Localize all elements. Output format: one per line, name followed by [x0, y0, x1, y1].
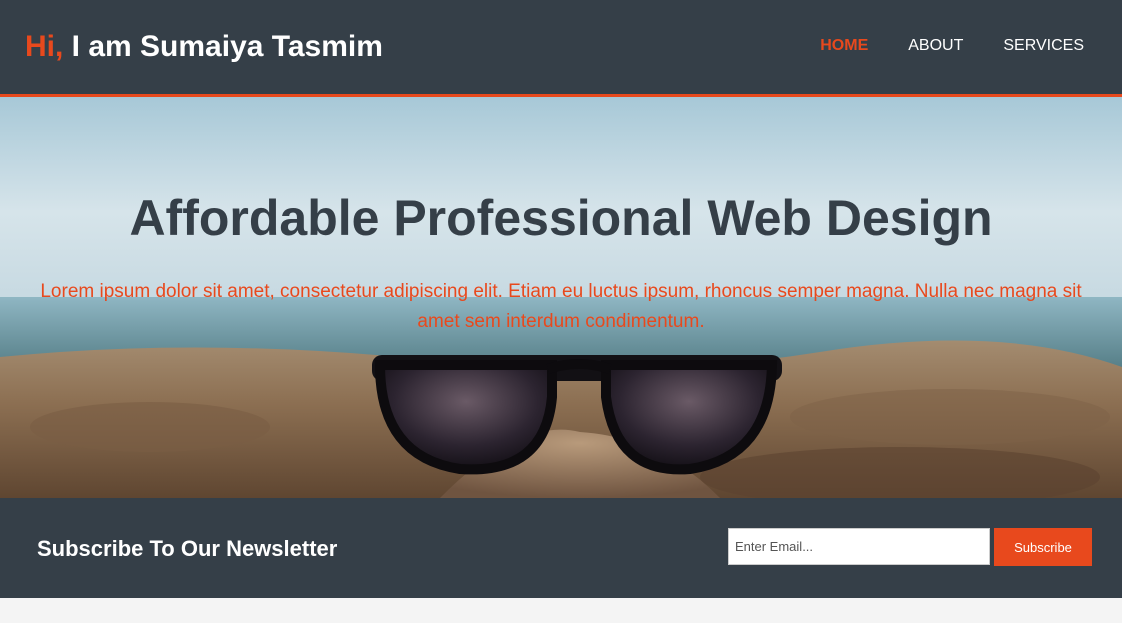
email-input[interactable] [728, 528, 990, 565]
nav-about-link[interactable]: ABOUT [908, 37, 963, 55]
hero-description: Lorem ipsum dolor sit amet, consectetur … [40, 281, 1082, 332]
brand-name: I am Sumaiya Tasmim [63, 30, 383, 63]
hero-showcase: Affordable Professional Web Design Lorem… [0, 97, 1122, 498]
brand-greeting: Hi, [25, 30, 64, 63]
newsletter-section: Subscribe To Our Newsletter Subscribe [0, 498, 1122, 598]
newsletter-title: Subscribe To Our Newsletter [37, 536, 338, 561]
nav-services-link[interactable]: SERVICES [1003, 37, 1084, 55]
main-nav: HOME ABOUT SERVICES [820, 37, 1084, 55]
nav-home-link[interactable]: HOME [820, 37, 868, 55]
site-brand: Hi, I am Sumaiya Tasmim [25, 30, 383, 64]
page-bottom-strip [0, 598, 1122, 623]
hero-title: Affordable Professional Web Design [129, 190, 993, 246]
subscribe-button[interactable]: Subscribe [994, 528, 1092, 566]
site-header: Hi, I am Sumaiya Tasmim HOME ABOUT SERVI… [0, 0, 1122, 97]
